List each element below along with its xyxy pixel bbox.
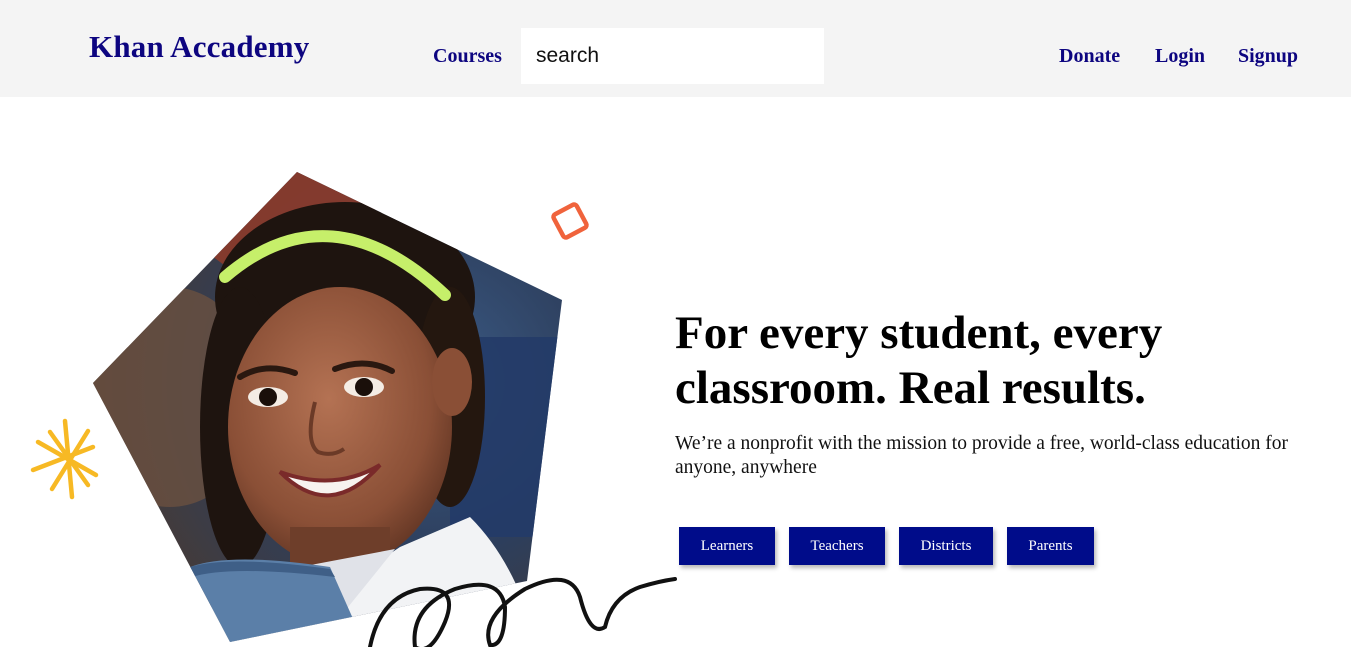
hero-illustration (30, 172, 677, 647)
nav-donate-link[interactable]: Donate (1059, 44, 1120, 68)
yellow-star-doodle-icon (30, 418, 99, 500)
black-squiggle-doodle-icon (368, 577, 677, 647)
audience-button-group: Learners Teachers Districts Parents (679, 527, 1094, 565)
teachers-button[interactable]: Teachers (789, 527, 885, 565)
student-photo (93, 172, 562, 642)
districts-button[interactable]: Districts (899, 527, 993, 565)
nav-courses-link[interactable]: Courses (433, 44, 502, 68)
learners-button[interactable]: Learners (679, 527, 775, 565)
hero-headline: For every student, every classroom. Real… (675, 307, 1163, 414)
orange-square-doodle-icon (551, 202, 589, 240)
brand-logo-text[interactable]: Khan Accademy (89, 29, 309, 65)
hero-tagline: We’re a nonprofit with the mission to pr… (675, 433, 1289, 478)
parents-button[interactable]: Parents (1007, 527, 1094, 565)
nav-signup-link[interactable]: Signup (1238, 44, 1298, 68)
site-header: Khan Accademy Courses Donate Login Signu… (0, 0, 1351, 97)
nav-login-link[interactable]: Login (1155, 44, 1205, 68)
search-input[interactable] (521, 28, 824, 84)
